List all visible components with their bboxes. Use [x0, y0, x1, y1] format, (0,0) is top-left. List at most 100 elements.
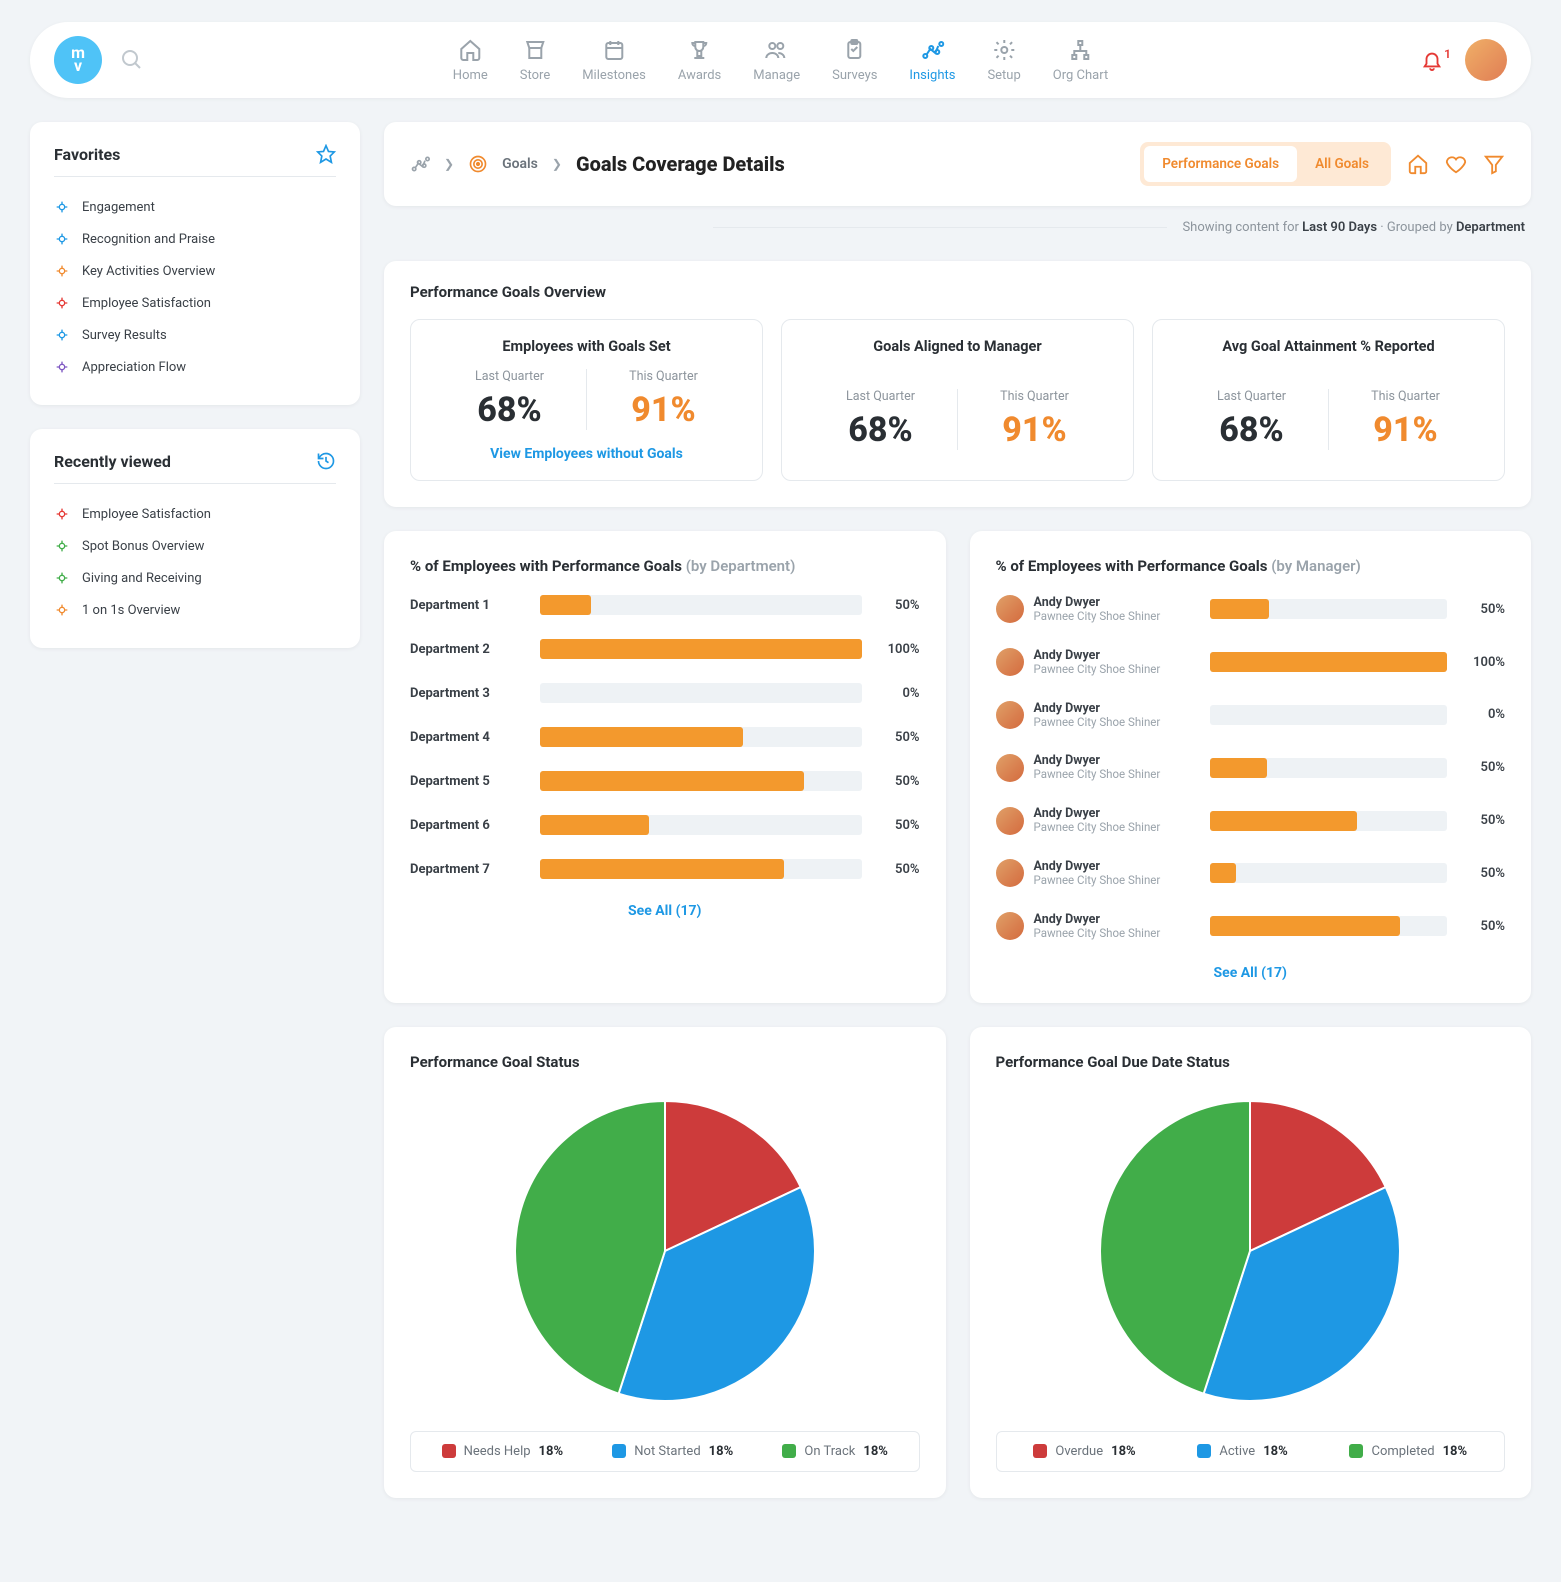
tab-all-goals[interactable]: All Goals [1297, 146, 1387, 182]
stat-link[interactable]: View Employees without Goals [433, 446, 740, 462]
history-icon[interactable] [316, 451, 336, 471]
gear-icon [992, 38, 1016, 62]
favorites-title: Favorites [54, 145, 120, 164]
recent-title: Recently viewed [54, 452, 171, 471]
orgchart-icon [1068, 38, 1092, 62]
dept-see-all-link[interactable]: See All (17) [628, 903, 701, 919]
dept-bar-row: Department 550% [410, 771, 920, 791]
pie-chart [1090, 1091, 1410, 1411]
mgr-avatar [996, 648, 1024, 676]
nav-milestones[interactable]: Milestones [582, 38, 646, 83]
sidebar-item[interactable]: Employee Satisfaction [54, 287, 336, 319]
mgr-see-all-link[interactable]: See All (17) [1214, 965, 1287, 981]
stat-value-this: 91% [587, 390, 740, 430]
list-item-icon [54, 506, 70, 522]
goal-type-toggle: Performance Goals All Goals [1140, 142, 1391, 186]
sidebar-item[interactable]: Survey Results [54, 319, 336, 351]
dept-chart-card: % of Employees with Performance Goals (b… [384, 531, 946, 1003]
sidebar-item[interactable]: Giving and Receiving [54, 562, 336, 594]
stat-title: Goals Aligned to Manager [804, 338, 1111, 355]
bar-pct: 100% [876, 642, 920, 657]
mgr-avatar [996, 807, 1024, 835]
sidebar-item[interactable]: Key Activities Overview [54, 255, 336, 287]
mgr-cell[interactable]: Andy DwyerPawnee City Shoe Shiner [996, 595, 1196, 624]
nav-surveys[interactable]: Surveys [832, 38, 877, 83]
nav-awards[interactable]: Awards [678, 38, 721, 83]
mgr-bar-row: Andy DwyerPawnee City Shoe Shiner 50% [996, 859, 1506, 888]
nav-manage[interactable]: Manage [753, 38, 800, 83]
legend-item: Not Started 18% [612, 1444, 733, 1459]
goal-status-title: Performance Goal Status [410, 1053, 920, 1071]
recently-viewed-card: Recently viewed Employee SatisfactionSpo… [30, 429, 360, 648]
legend-swatch [782, 1444, 796, 1458]
chevron-right-icon: ❯ [552, 157, 562, 171]
search-icon[interactable] [120, 48, 144, 72]
bar-track [1210, 652, 1448, 672]
star-icon[interactable] [316, 144, 336, 164]
mgr-cell[interactable]: Andy DwyerPawnee City Shoe Shiner [996, 648, 1196, 677]
home-icon [458, 38, 482, 62]
list-item-icon [54, 263, 70, 279]
mgr-cell[interactable]: Andy DwyerPawnee City Shoe Shiner [996, 859, 1196, 888]
logo[interactable]: mv [54, 36, 102, 84]
heart-icon[interactable] [1445, 153, 1467, 175]
legend-item: Overdue 18% [1033, 1444, 1135, 1459]
bar-pct: 50% [876, 598, 920, 613]
mgr-cell[interactable]: Andy DwyerPawnee City Shoe Shiner [996, 753, 1196, 782]
mgr-bar-row: Andy DwyerPawnee City Shoe Shiner0% [996, 701, 1506, 730]
mgr-cell[interactable]: Andy DwyerPawnee City Shoe Shiner [996, 806, 1196, 835]
list-item-icon [54, 295, 70, 311]
stat-title: Employees with Goals Set [433, 338, 740, 355]
bar-label: Department 7 [410, 862, 526, 877]
nav-home[interactable]: Home [453, 38, 488, 83]
clipboard-icon [843, 38, 867, 62]
mgr-chart-title: % of Employees with Performance Goals (b… [996, 557, 1506, 575]
page-title: Goals Coverage Details [576, 152, 785, 176]
user-avatar[interactable] [1465, 39, 1507, 81]
bar-track [540, 727, 862, 747]
sidebar-item[interactable]: 1 on 1s Overview [54, 594, 336, 626]
breadcrumb-bar: ❯ Goals ❯ Goals Coverage Details Perform… [384, 122, 1531, 206]
mgr-cell[interactable]: Andy DwyerPawnee City Shoe Shiner [996, 701, 1196, 730]
bar-pct: 50% [1461, 602, 1505, 617]
list-item-icon [54, 570, 70, 586]
bar-track [1210, 863, 1448, 883]
bar-track [1210, 758, 1448, 778]
bar-track [1210, 811, 1448, 831]
mgr-chart-card: % of Employees with Performance Goals (b… [970, 531, 1532, 1003]
bar-pct: 50% [1461, 813, 1505, 828]
sidebar-item[interactable]: Employee Satisfaction [54, 498, 336, 530]
legend-swatch [1033, 1444, 1047, 1458]
filter-icon[interactable] [1483, 153, 1505, 175]
nav-setup[interactable]: Setup [987, 38, 1020, 83]
breadcrumb-goals-link[interactable]: Goals [502, 156, 538, 172]
mgr-bar-row: Andy DwyerPawnee City Shoe Shiner 50% [996, 595, 1506, 624]
nav-insights[interactable]: Insights [909, 38, 955, 83]
legend-item: On Track 18% [782, 1444, 888, 1459]
stat-value-this: 91% [1329, 410, 1482, 450]
sidebar-item[interactable]: Appreciation Flow [54, 351, 336, 383]
legend-swatch [1197, 1444, 1211, 1458]
legend-item: Active 18% [1197, 1444, 1287, 1459]
bar-pct: 50% [876, 774, 920, 789]
stat-title: Avg Goal Attainment % Reported [1175, 338, 1482, 355]
bar-track [1210, 599, 1448, 619]
sidebar-item[interactable]: Recognition and Praise [54, 223, 336, 255]
list-item-icon [54, 602, 70, 618]
home-icon[interactable] [1407, 153, 1429, 175]
stat-value-last: 68% [433, 390, 586, 430]
insights-icon[interactable] [410, 154, 430, 174]
sidebar-item[interactable]: Engagement [54, 191, 336, 223]
mgr-cell[interactable]: Andy DwyerPawnee City Shoe Shiner [996, 912, 1196, 941]
dept-bar-row: Department 30% [410, 683, 920, 703]
goals-icon[interactable] [468, 154, 488, 174]
nav-org-chart[interactable]: Org Chart [1053, 38, 1108, 83]
mgr-avatar [996, 754, 1024, 782]
nav-store[interactable]: Store [520, 38, 550, 83]
notifications-bell-icon[interactable]: 1 [1421, 49, 1443, 71]
tab-performance-goals[interactable]: Performance Goals [1144, 146, 1297, 182]
topbar: mv Home Store Milestones Awards Manage Survey… [30, 22, 1531, 98]
bar-pct: 50% [1461, 866, 1505, 881]
sidebar-item[interactable]: Spot Bonus Overview [54, 530, 336, 562]
store-icon [523, 38, 547, 62]
